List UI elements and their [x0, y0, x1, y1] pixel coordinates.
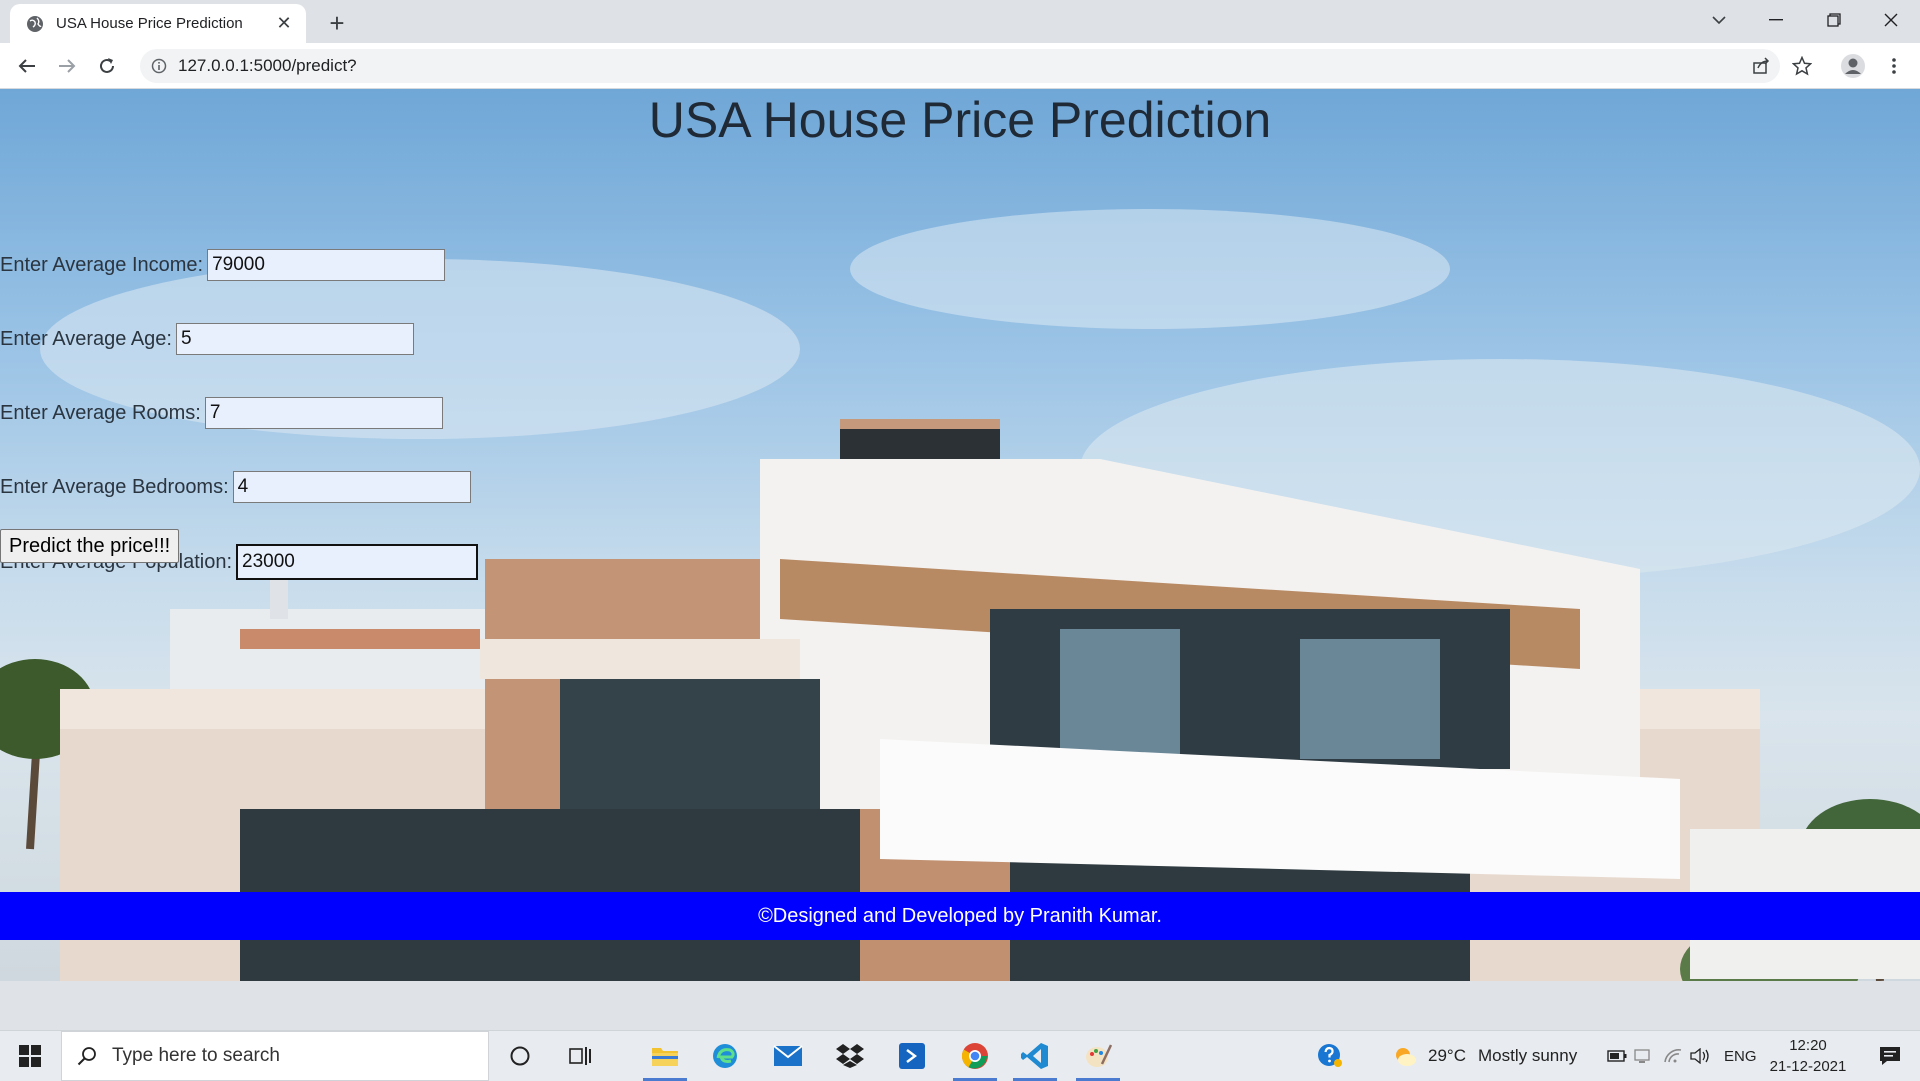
url-text: 127.0.0.1:5000/predict? — [178, 56, 357, 75]
rooms-label: Enter Average Rooms: — [0, 401, 201, 424]
page-footer: ©Designed and Developed by Pranith Kumar… — [0, 892, 1920, 940]
population-input[interactable] — [236, 544, 479, 580]
tab-title: USA House Price Prediction — [56, 15, 243, 32]
paint-icon[interactable] — [1068, 1031, 1128, 1081]
restore-button[interactable] — [1805, 0, 1863, 40]
tab-strip: USA House Price Prediction ✕ + — [0, 0, 1920, 43]
reload-button[interactable] — [90, 49, 124, 83]
network-icon[interactable] — [1628, 1031, 1658, 1081]
browser-toolbar: 127.0.0.1:5000/predict? — [0, 43, 1920, 89]
help-icon[interactable] — [1300, 1031, 1360, 1081]
clock-date: 21-12-2021 — [1769, 1058, 1847, 1075]
browser-tab[interactable]: USA House Price Prediction ✕ — [10, 4, 306, 43]
bedrooms-input[interactable] — [232, 471, 471, 503]
system-clock[interactable]: 12:20 21-12-2021 — [1764, 1035, 1852, 1077]
income-label: Enter Average Income: — [0, 253, 204, 276]
file-explorer-icon[interactable] — [635, 1031, 695, 1081]
clock-time: 12:20 — [1789, 1037, 1827, 1054]
close-window-button[interactable] — [1862, 0, 1920, 40]
predict-button[interactable]: Predict the price!!! — [0, 529, 180, 563]
income-row: Enter Average Income: — [0, 249, 446, 281]
info-icon[interactable] — [150, 57, 168, 75]
house-background-image — [0, 209, 1920, 981]
income-input[interactable] — [207, 249, 446, 281]
forward-button[interactable] — [50, 49, 84, 83]
notifications-icon[interactable] — [1860, 1031, 1920, 1081]
age-label: Enter Average Age: — [0, 327, 172, 350]
bookmark-star-icon[interactable] — [1785, 49, 1819, 83]
tab-search-icon[interactable] — [1690, 0, 1748, 40]
taskbar-search-box[interactable]: Type here to search — [61, 1031, 489, 1081]
search-icon — [76, 1045, 98, 1067]
weather-condition[interactable]: Mostly sunny — [1478, 1031, 1577, 1081]
age-input[interactable] — [175, 323, 414, 355]
vscode-icon[interactable] — [1005, 1031, 1065, 1081]
menu-dots-icon[interactable] — [1877, 49, 1911, 83]
windows-start-button[interactable] — [0, 1031, 60, 1081]
rooms-input[interactable] — [204, 397, 443, 429]
volume-icon[interactable] — [1686, 1031, 1716, 1081]
wifi-icon[interactable] — [1658, 1031, 1688, 1081]
weather-temperature[interactable]: 29°C — [1428, 1031, 1466, 1081]
weather-sun-icon[interactable] — [1375, 1031, 1435, 1081]
bedrooms-row: Enter Average Bedrooms: — [0, 471, 471, 503]
mail-icon[interactable] — [758, 1031, 818, 1081]
page-title: USA House Price Prediction — [648, 92, 1272, 148]
close-tab-icon[interactable]: ✕ — [272, 12, 296, 36]
powershell-icon[interactable] — [882, 1031, 942, 1081]
bedrooms-label: Enter Average Bedrooms: — [0, 475, 229, 498]
minimize-button[interactable] — [1747, 0, 1805, 40]
address-bar[interactable]: 127.0.0.1:5000/predict? — [140, 49, 1780, 83]
profile-avatar-icon[interactable] — [1836, 49, 1870, 83]
back-button[interactable] — [10, 49, 44, 83]
rooms-row: Enter Average Rooms: — [0, 397, 443, 429]
input-language[interactable]: ENG — [1724, 1031, 1757, 1081]
cortana-icon[interactable] — [490, 1031, 550, 1081]
page-viewport: USA House Price Prediction Enter Average… — [0, 89, 1920, 981]
taskbar: Type here to search 29°C Mostly sunny EN… — [0, 1030, 1920, 1081]
age-row: Enter Average Age: — [0, 323, 414, 355]
dropbox-icon[interactable] — [820, 1031, 880, 1081]
new-tab-button[interactable]: + — [322, 8, 352, 38]
chrome-icon[interactable] — [945, 1031, 1005, 1081]
edge-browser-icon[interactable] — [695, 1031, 755, 1081]
globe-icon — [26, 15, 44, 33]
task-view-icon[interactable] — [550, 1031, 610, 1081]
share-icon[interactable] — [1744, 49, 1778, 83]
search-placeholder: Type here to search — [112, 1045, 280, 1066]
